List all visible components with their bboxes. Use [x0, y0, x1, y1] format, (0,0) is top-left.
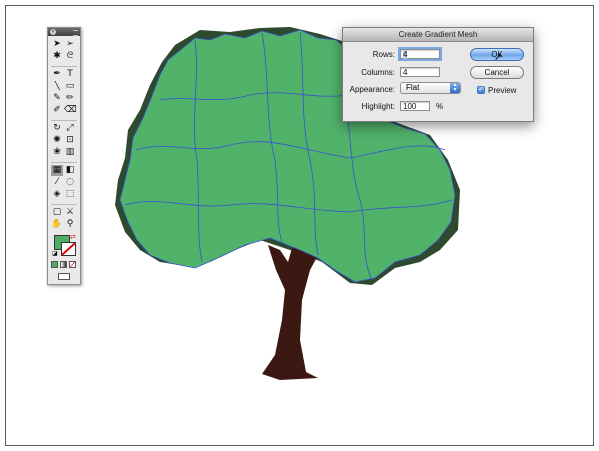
- highlight-unit: %: [436, 102, 444, 111]
- pen-tool-icon[interactable]: ✒: [51, 69, 63, 80]
- cancel-button[interactable]: Cancel: [470, 66, 524, 79]
- artboard-tool-icon[interactable]: ▢: [51, 207, 63, 218]
- tool-separator: [51, 63, 77, 67]
- tool-grid: ➤ ➢ ✱ ᘓ ✒ T ╲ ▭ ✎ ✏ ✐ ⌫ ↻ ⤢ ✺ ⊡ ❀ ▥ ▦ ◧ ⁄ ◌ ◈ ⬚ ▢ ⚔ ✋ ⚲: [51, 39, 79, 231]
- rotate-tool-icon[interactable]: ↻: [51, 123, 63, 134]
- live-paint-selection-tool-icon[interactable]: ⬚: [64, 189, 76, 200]
- hand-tool-icon[interactable]: ✋: [51, 219, 63, 230]
- chevron-updown-icon: ▴ ▾: [450, 82, 460, 93]
- warp-tool-icon[interactable]: ✺: [51, 135, 63, 146]
- close-icon[interactable]: ×: [50, 29, 56, 35]
- gradient-mode-icon[interactable]: [60, 261, 67, 268]
- default-colors-icon[interactable]: ◪: [52, 250, 58, 257]
- screen-mode-icon[interactable]: [58, 273, 70, 280]
- selection-tool-icon[interactable]: ➤: [51, 39, 63, 50]
- columns-label: Columns:: [361, 68, 395, 77]
- scale-tool-icon[interactable]: ⤢: [64, 123, 76, 134]
- fill-stroke-control[interactable]: ⇄ ◪: [52, 233, 78, 257]
- tool-separator: [51, 201, 77, 205]
- tree-trunk: [262, 244, 322, 380]
- panel-grip-icon[interactable]: [73, 30, 78, 36]
- tool-separator: [51, 117, 77, 121]
- column-graph-tool-icon[interactable]: ▥: [64, 147, 76, 158]
- highlight-input[interactable]: 100: [400, 101, 430, 111]
- rows-label: Rows:: [372, 50, 395, 59]
- paintbrush-tool-icon[interactable]: ✎: [51, 93, 63, 104]
- rectangle-tool-icon[interactable]: ▭: [64, 81, 76, 92]
- blob-brush-tool-icon[interactable]: ✐: [51, 105, 63, 116]
- appearance-select[interactable]: Flat ▴ ▾: [400, 82, 461, 94]
- rows-input[interactable]: 4: [398, 47, 442, 61]
- free-transform-tool-icon[interactable]: ⊡: [64, 135, 76, 146]
- color-mode-icon[interactable]: [51, 261, 58, 268]
- gradient-tool-icon[interactable]: ◧: [64, 165, 76, 176]
- swap-fill-stroke-icon[interactable]: ⇄: [70, 233, 76, 241]
- slice-tool-icon[interactable]: ⚔: [64, 207, 76, 218]
- dialog-title: Create Gradient Mesh: [343, 28, 533, 42]
- columns-input[interactable]: 4: [400, 67, 440, 77]
- appearance-value: Flat: [406, 83, 420, 92]
- highlight-label: Highlight:: [361, 102, 395, 111]
- mesh-tool-icon[interactable]: ▦: [51, 165, 63, 176]
- appearance-label: Appearance:: [349, 85, 395, 94]
- live-paint-bucket-tool-icon[interactable]: ◈: [51, 189, 63, 200]
- blend-tool-icon[interactable]: ◌: [64, 177, 76, 188]
- pointer-cursor-icon: ➚: [494, 52, 503, 63]
- pencil-tool-icon[interactable]: ✏: [64, 93, 76, 104]
- zoom-tool-icon[interactable]: ⚲: [64, 219, 76, 230]
- none-mode-icon[interactable]: [69, 261, 76, 268]
- line-tool-icon[interactable]: ╲: [51, 81, 63, 92]
- tool-separator: [51, 159, 77, 163]
- stroke-swatch[interactable]: [61, 242, 76, 256]
- symbol-sprayer-tool-icon[interactable]: ❀: [51, 147, 63, 158]
- eyedropper-tool-icon[interactable]: ⁄: [51, 177, 63, 188]
- preview-label: Preview: [488, 86, 517, 95]
- direct-selection-tool-icon[interactable]: ➢: [64, 39, 76, 50]
- color-mode-buttons: [51, 261, 78, 268]
- magic-wand-tool-icon[interactable]: ✱: [51, 51, 63, 62]
- type-tool-icon[interactable]: T: [64, 69, 76, 80]
- lasso-tool-icon[interactable]: ᘓ: [64, 51, 76, 62]
- tools-panel[interactable]: × ➤ ➢ ✱ ᘓ ✒ T ╲ ▭ ✎ ✏ ✐ ⌫ ↻ ⤢ ✺ ⊡ ❀ ▥ ▦ ◧ ⁄ ◌ ◈ ⬚ ▢ ⚔ ✋ ⚲ ⇄ ◪: [47, 27, 81, 285]
- eraser-tool-icon[interactable]: ⌫: [64, 105, 76, 116]
- preview-checkbox[interactable]: ✓: [477, 86, 485, 94]
- tools-panel-titlebar[interactable]: ×: [48, 28, 80, 36]
